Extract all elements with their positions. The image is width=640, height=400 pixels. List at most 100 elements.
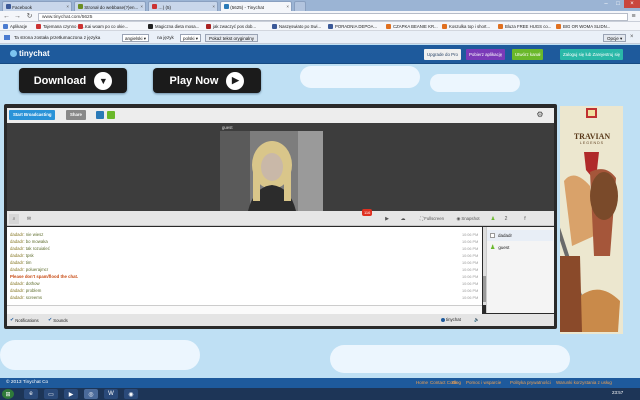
footer-link[interactable]: Polityka prywatności <box>510 380 551 385</box>
reload-icon[interactable]: ↻ <box>25 12 34 21</box>
close-icon[interactable]: × <box>212 4 215 9</box>
chat-text: bo mowaka <box>25 239 48 244</box>
user-count: 2 <box>504 216 508 222</box>
chat-nick[interactable]: dadadr: <box>10 260 25 265</box>
new-tab-button[interactable] <box>294 1 306 11</box>
close-icon[interactable]: × <box>66 4 69 9</box>
bookmark-favicon-icon <box>498 24 503 29</box>
chat-nick[interactable]: dadadr: <box>10 246 25 251</box>
bookmark-item[interactable]: PORADNIA DEPOA... <box>328 23 377 30</box>
menu-icon[interactable]: ≡ <box>629 12 638 21</box>
from-language-select[interactable]: angielski ▾ <box>122 34 150 42</box>
checkbox[interactable] <box>490 233 495 238</box>
chat-text: dothow <box>25 281 40 286</box>
cloud-decoration <box>430 74 520 92</box>
tinychat-logo[interactable]: tinychat <box>10 49 50 58</box>
footer-link[interactable]: Home <box>416 380 428 385</box>
footer-link[interactable]: Pomoc i wsparcie <box>466 380 501 385</box>
url-field[interactable]: www.tinychat.com/5625 <box>38 13 628 21</box>
youtube-icon[interactable]: ▶ <box>382 214 392 224</box>
fullscreen-button[interactable]: ⛶ Fullscreen <box>414 214 450 224</box>
chat-message: dadadr: dothow <box>10 281 40 286</box>
volume-icon[interactable]: 🔈 <box>474 317 479 323</box>
chat-nick[interactable]: dadadr: <box>10 295 25 300</box>
folder-icon[interactable]: ▭ <box>44 389 58 399</box>
bookmark-item[interactable]: CZAPKA BEANIE KR... <box>386 23 438 30</box>
bookmark-label: Kai woam po co okie... <box>85 24 129 29</box>
translate-options-button[interactable]: Opcje ▾ <box>603 34 627 42</box>
tab-third[interactable]: …) (5) × <box>148 1 218 11</box>
download-app-button[interactable]: Pobierz aplikację <box>466 49 506 60</box>
login-register-button[interactable]: Zaloguj się lub Zarejestruj się <box>560 49 624 60</box>
bookmark-item[interactable]: BIG OR WOMA SLIDN... <box>556 23 610 30</box>
chat-nick[interactable]: dadadr: <box>10 239 25 244</box>
user-icon[interactable]: ♟ <box>488 214 498 224</box>
notification-badge: 116 <box>362 209 373 216</box>
bookmark-label: Koszulka top i short... <box>449 24 491 29</box>
footer-link[interactable]: Blog <box>452 380 461 385</box>
close-icon[interactable]: × <box>286 4 289 9</box>
travian-ad[interactable]: TRAVIAN LEGENDS <box>556 106 623 334</box>
share-button[interactable]: Share <box>66 110 86 120</box>
user-item-dadadr[interactable]: dadadr <box>487 230 553 241</box>
start-icon[interactable]: ⊞ <box>2 389 14 399</box>
sounds-toggle[interactable]: ✔ Sounds <box>48 317 68 323</box>
tab-tinychat[interactable]: (5625) - Tinychat × <box>220 1 292 11</box>
word-icon[interactable]: W <box>104 389 118 399</box>
firefox-icon[interactable]: ◉ <box>124 389 138 399</box>
footer-link[interactable]: Warunki korzystania z usług <box>556 380 612 385</box>
chat-log[interactable]: dadadr: nie wiesz 10:06 PM dadadr: bo mowa… <box>7 227 482 305</box>
download-button[interactable]: Download ▼ <box>19 68 127 93</box>
tab-strona[interactable]: Stronał do webbase(?)en... × <box>74 1 146 11</box>
gear-icon[interactable]: ⚙ <box>535 110 545 120</box>
chat-text: nie wiesz <box>25 232 44 237</box>
page-icon <box>78 4 83 9</box>
chat-nick[interactable]: dadadr: <box>10 253 25 258</box>
add-icon[interactable] <box>107 111 115 119</box>
soundcloud-icon[interactable]: ☁ <box>398 214 408 224</box>
back-icon[interactable]: ← <box>2 12 11 21</box>
show-original-button[interactable]: Pokaż tekst oryginalny <box>205 34 259 42</box>
tinychat-footer-label[interactable]: tinychat <box>441 317 461 322</box>
chrome-icon[interactable]: ◎ <box>84 389 98 399</box>
forward-icon[interactable]: → <box>13 12 22 21</box>
bookmark-label: PORADNIA DEPOA... <box>335 24 378 29</box>
ie-icon[interactable]: e <box>24 389 38 399</box>
bookmark-item[interactable]: Aplikacje <box>3 23 27 30</box>
twitter-icon[interactable] <box>96 111 104 119</box>
webcam-video[interactable] <box>220 131 323 211</box>
notifications-toggle[interactable]: ✔ Notifications <box>10 317 39 323</box>
chat-nick[interactable]: dadadr: <box>10 281 25 286</box>
close-window-icon[interactable]: × <box>624 0 640 8</box>
close-icon[interactable]: × <box>140 4 143 9</box>
private-chat-icon[interactable]: ✉ <box>24 214 34 224</box>
maximize-icon[interactable]: □ <box>612 0 624 8</box>
start-broadcasting-button[interactable]: Start Broadcasting <box>9 110 56 120</box>
media-icon[interactable]: ▶ <box>64 389 78 399</box>
upgrade-pro-button[interactable]: Upgrade do Pro <box>424 49 461 60</box>
chat-text: Please don't spam/flood the chat. <box>10 274 79 279</box>
close-translate-icon[interactable]: × <box>630 34 634 40</box>
user-item-guest[interactable]: ♟ guest <box>487 242 553 253</box>
chat-timestamp: 10:06 PM <box>462 281 479 286</box>
tab-facebook[interactable]: Facebook × <box>2 1 72 11</box>
chat-message: Please don't spam/flood the chat. <box>10 274 78 279</box>
to-language-select[interactable]: polski ▾ <box>180 34 202 42</box>
bookmark-item[interactable]: jak zwaczyć pos dob... <box>206 23 256 30</box>
chat-nick[interactable]: dadadr: <box>10 232 25 237</box>
create-channel-button[interactable]: Utwórz kanał <box>512 49 544 60</box>
bookmark-item[interactable]: Kai woam po co okie... <box>78 23 128 30</box>
snapshot-button[interactable]: ◉ Snapshot <box>452 214 484 224</box>
bookmark-label: BIG OR WOMA SLIDN... <box>563 24 611 29</box>
chat-nick[interactable]: dadadr: <box>10 288 25 293</box>
facebook-icon[interactable]: f <box>520 214 530 224</box>
chat-nick[interactable]: dadadr: <box>10 267 25 272</box>
bookmark-item[interactable]: Magiczna dieta mosa... <box>148 23 199 30</box>
search-icon[interactable]: ⌕ <box>9 214 19 224</box>
chat-input[interactable] <box>10 306 480 313</box>
bookmark-item[interactable]: Bluza FREE HUGS co... <box>498 23 551 30</box>
bookmark-item[interactable]: Naszęswiato po Swi... <box>272 23 321 30</box>
bookmark-item[interactable]: Koszulka top i short... <box>442 23 490 30</box>
minimize-icon[interactable]: – <box>600 0 612 8</box>
play-now-button[interactable]: Play Now ▶ <box>153 68 261 93</box>
